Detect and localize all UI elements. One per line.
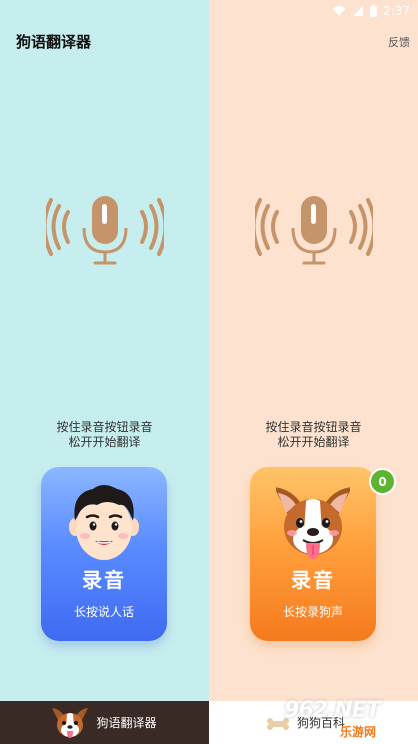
instruction-line: 松开开始翻译 [68,435,141,449]
tab-translator[interactable]: 狗语翻译器 [0,701,209,744]
instruction-line: 按住录音按钮录音 [56,420,153,434]
instruction-line: 按住录音按钮录音 [265,420,362,434]
record-title: 录音 [82,568,126,592]
watermark-subtitle: 乐游网 [340,725,377,739]
watermark: 962.NET 乐游网 [284,694,414,740]
watermark-logo: 962.NET [284,698,381,723]
status-bar: 2:37 [209,0,418,22]
human-instruction: 按住录音按钮录音 松开开始翻译 [0,420,209,450]
dog-face-icon [276,487,350,559]
microphone-icon [255,196,373,265]
dog-instruction: 按住录音按钮录音 松开开始翻译 [209,420,418,450]
dog-face-icon [52,707,89,738]
record-human-button[interactable]: 录音 长按说人话 [41,467,167,641]
wifi-icon [332,6,346,16]
signal-icon [353,6,364,16]
record-subtitle: 长按录狗声 [282,605,343,619]
record-title: 录音 [291,568,335,592]
record-dog-button[interactable]: 录音 长按录狗声 [250,467,376,641]
microphone-icon [46,196,164,265]
man-face-icon [69,485,139,560]
feedback-link[interactable]: 反馈 [388,34,410,50]
instruction-line: 松开开始翻译 [277,435,350,449]
dog-count-badge: 0 [369,468,396,495]
app-title: 狗语翻译器 [16,33,92,51]
record-subtitle: 长按说人话 [73,605,134,619]
tab-label: 狗语翻译器 [96,716,157,730]
status-time: 2:37 [383,4,410,18]
battery-icon [370,5,378,17]
